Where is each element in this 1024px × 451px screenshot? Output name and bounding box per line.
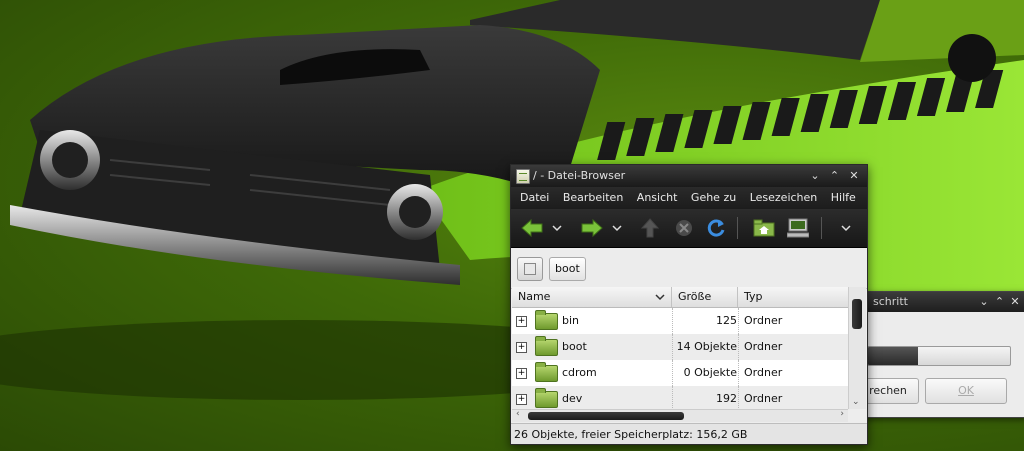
scroll-left-icon[interactable]: ‹	[516, 409, 520, 419]
status-bar: 26 Objekte, freier Speicherplatz: 156,2 …	[511, 423, 867, 444]
menu-datei[interactable]: Datei	[520, 191, 549, 204]
progress-dialog: schritt ⌄ ⌃ ✕ rechen OK	[857, 291, 1024, 418]
column-header-size[interactable]: Größe	[672, 287, 738, 307]
file-type: Ordner	[744, 314, 783, 327]
file-browser-window: / - Datei-Browser ⌄ ⌃ ✕ Datei Bearbeiten…	[510, 164, 868, 445]
list-header: Name Größe Typ	[512, 287, 848, 308]
expand-toggle[interactable]: +	[516, 342, 527, 353]
folder-icon	[535, 310, 558, 330]
file-type: Ordner	[744, 340, 783, 353]
menu-bearbeiten[interactable]: Bearbeiten	[563, 191, 623, 204]
location-toggle-button[interactable]	[517, 257, 543, 281]
home-icon	[753, 219, 775, 237]
menu-hilfe[interactable]: Hilfe	[831, 191, 856, 204]
menubar: Datei Bearbeiten Ansicht Gehe zu Lesezei…	[511, 187, 867, 209]
progress-bar	[867, 346, 1011, 366]
back-history-dropdown[interactable]	[549, 209, 565, 247]
close-icon[interactable]: ✕	[846, 165, 862, 187]
file-size: 192 Objekte	[716, 392, 737, 405]
file-type: Ordner	[744, 366, 783, 379]
forward-arrow-icon	[581, 218, 603, 238]
window-title: / - Datei-Browser	[533, 169, 626, 182]
minimize-icon[interactable]: ⌄	[978, 292, 990, 312]
list-item[interactable]: + dev 192 Objekte Ordner	[512, 386, 848, 409]
toolbar-overflow[interactable]	[837, 209, 855, 247]
toolbar	[511, 209, 867, 248]
window-titlebar[interactable]: / - Datei-Browser ⌄ ⌃ ✕	[511, 165, 867, 187]
scroll-down-icon[interactable]: ⌄	[852, 397, 860, 407]
chevron-down-icon	[612, 225, 622, 232]
file-manager-icon	[516, 169, 530, 184]
ok-button[interactable]: OK	[925, 378, 1007, 404]
folder-icon	[535, 388, 558, 408]
folder-icon	[535, 336, 558, 356]
up-arrow-icon	[641, 218, 659, 238]
computer-button[interactable]	[785, 209, 811, 247]
horizontal-scroll-thumb[interactable]	[528, 412, 684, 420]
expand-toggle[interactable]: +	[516, 316, 527, 327]
column-name-label: Name	[518, 290, 551, 303]
file-name: dev	[562, 392, 583, 405]
chevron-down-icon	[841, 225, 851, 232]
list-item[interactable]: + cdrom 0 Objekte Ordner	[512, 360, 848, 386]
column-header-name[interactable]: Name	[512, 287, 672, 307]
toolbar-separator	[821, 217, 822, 239]
maximize-icon[interactable]: ⌃	[827, 165, 843, 187]
menu-gehe-zu[interactable]: Gehe zu	[691, 191, 736, 204]
location-bar: boot	[511, 248, 867, 289]
file-name: cdrom	[562, 366, 597, 379]
list-item[interactable]: + bin 125 Objekte Ordner	[512, 308, 848, 353]
file-name: bin	[562, 314, 580, 327]
progress-dialog-titlebar[interactable]: schritt ⌄ ⌃ ✕	[861, 292, 1024, 312]
up-button[interactable]	[637, 209, 663, 247]
progress-bar-fill	[868, 347, 918, 365]
back-button[interactable]	[519, 209, 545, 247]
reload-button[interactable]	[703, 209, 729, 247]
menu-lesezeichen[interactable]: Lesezeichen	[750, 191, 818, 204]
forward-button[interactable]	[579, 209, 605, 247]
list-item[interactable]: + boot 14 Objekte Ordner	[512, 334, 848, 360]
toolbar-separator	[737, 217, 738, 239]
forward-history-dropdown[interactable]	[609, 209, 625, 247]
breadcrumb-boot[interactable]: boot	[549, 257, 586, 281]
home-button[interactable]	[751, 209, 777, 247]
progress-dialog-title: schritt	[873, 295, 908, 308]
stop-button[interactable]	[671, 209, 697, 247]
file-name: boot	[562, 340, 587, 353]
vertical-scroll-thumb[interactable]	[852, 299, 862, 329]
maximize-icon[interactable]: ⌃	[994, 292, 1006, 312]
close-icon[interactable]: ✕	[1009, 292, 1021, 312]
scroll-right-icon[interactable]: ›	[840, 409, 844, 419]
column-header-type[interactable]: Typ	[738, 287, 848, 307]
file-size: 14 Objekte	[676, 340, 737, 353]
file-type: Ordner	[744, 392, 783, 405]
minimize-icon[interactable]: ⌄	[807, 165, 823, 187]
column-type-label: Typ	[744, 290, 763, 303]
back-arrow-icon	[521, 218, 543, 238]
stop-icon	[676, 220, 692, 236]
sort-chevron-icon	[655, 294, 665, 301]
horizontal-scrollbar[interactable]: ‹ ›	[512, 409, 848, 422]
reload-icon	[707, 219, 725, 237]
file-list: Name Größe Typ + bin 125 Objekte Ordner …	[512, 287, 848, 409]
file-size: 0 Objekte	[683, 366, 737, 379]
expand-toggle[interactable]: +	[516, 394, 527, 405]
column-size-label: Größe	[678, 290, 712, 303]
vertical-scrollbar[interactable]: ⌄	[848, 287, 866, 409]
expand-toggle[interactable]: +	[516, 368, 527, 379]
folder-icon	[535, 362, 558, 382]
computer-icon	[787, 218, 809, 238]
chevron-down-icon	[552, 225, 562, 232]
menu-ansicht[interactable]: Ansicht	[637, 191, 678, 204]
